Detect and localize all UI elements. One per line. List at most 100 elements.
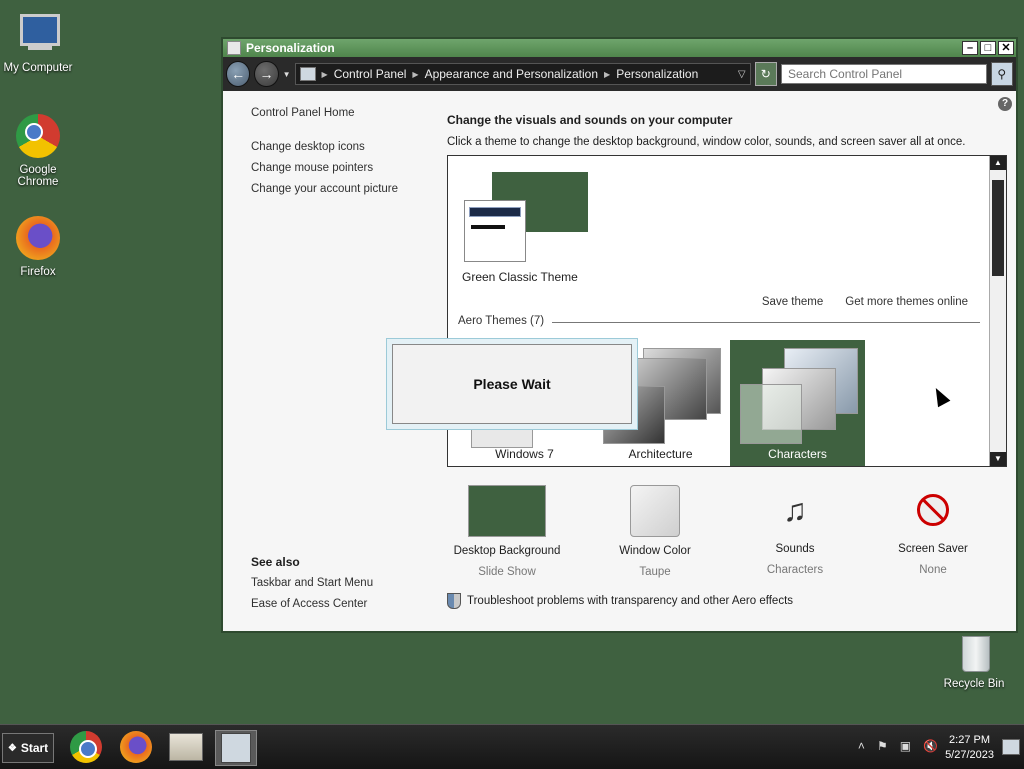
- customize-label: Window Color: [619, 545, 691, 557]
- action-center-flag-icon[interactable]: ⚑: [877, 739, 888, 753]
- show-hidden-icons-icon[interactable]: ˄: [858, 739, 865, 753]
- search-input[interactable]: [781, 64, 987, 84]
- vertical-scrollbar[interactable]: ▲ ▼: [989, 156, 1006, 466]
- chevron-right-icon[interactable]: ▶: [412, 70, 418, 79]
- theme-name: Windows 7: [495, 447, 554, 461]
- customize-value: Slide Show: [478, 566, 536, 578]
- address-dropdown-icon[interactable]: ▽: [738, 69, 746, 80]
- please-wait-dialog: Please Wait: [386, 338, 638, 430]
- customize-label: Screen Saver: [898, 543, 968, 555]
- scroll-up-icon[interactable]: ▲: [990, 156, 1006, 170]
- see-also-link-taskbar[interactable]: Taskbar and Start Menu: [251, 577, 373, 589]
- desktop-background-button[interactable]: Desktop Background Slide Show: [447, 485, 567, 578]
- customize-value: None: [919, 564, 947, 576]
- sidebar-link-account-picture[interactable]: Change your account picture: [251, 183, 431, 195]
- get-more-themes-link[interactable]: Get more themes online: [845, 296, 968, 308]
- theme-preview-window: [464, 200, 526, 262]
- forward-arrow-icon: →: [259, 66, 274, 82]
- divider: [552, 322, 980, 323]
- troubleshoot-text: Troubleshoot problems with transparency …: [467, 595, 794, 607]
- page-subtitle: Click a theme to change the desktop back…: [447, 136, 966, 148]
- chrome-icon: [70, 731, 102, 763]
- please-wait-text: Please Wait: [392, 344, 632, 424]
- aero-themes-header: Aero Themes (7): [458, 315, 545, 327]
- taskbar-file-explorer[interactable]: [166, 730, 206, 764]
- save-theme-link[interactable]: Save theme: [762, 296, 823, 308]
- back-arrow-icon: ←: [231, 66, 246, 82]
- system-tray: ˄ ⚑ ▣ 🔇: [858, 739, 938, 753]
- desktop-icon-recycle-bin[interactable]: Recycle Bin: [934, 632, 1014, 690]
- breadcrumb-item[interactable]: Control Panel: [334, 67, 407, 81]
- chevron-right-icon[interactable]: ▶: [322, 70, 328, 79]
- windows-logo-icon: ❖: [7, 742, 17, 754]
- network-icon[interactable]: ▣: [900, 739, 911, 753]
- close-button[interactable]: ✕: [998, 41, 1014, 55]
- see-also: See also Taskbar and Start Menu Ease of …: [251, 555, 373, 619]
- customize-label: Sounds: [775, 543, 815, 555]
- customize-value: Characters: [766, 564, 824, 576]
- sidebar: Control Panel Home Change desktop icons …: [251, 107, 431, 204]
- desktop-icon-chrome[interactable]: Google Chrome: [0, 112, 78, 188]
- chrome-icon: [14, 112, 62, 160]
- breadcrumb-item[interactable]: Personalization: [616, 67, 698, 81]
- page-title: Change the visuals and sounds on your co…: [447, 113, 733, 127]
- scroll-thumb[interactable]: [992, 180, 1004, 276]
- taskbar-control-panel[interactable]: [215, 730, 257, 766]
- firefox-icon: [14, 214, 62, 262]
- recycle-bin-icon: [950, 632, 998, 674]
- start-button[interactable]: ❖ Start: [2, 733, 54, 763]
- computer-icon: [14, 10, 62, 58]
- search-icon: ⚲: [997, 67, 1007, 81]
- refresh-button[interactable]: ↻: [754, 62, 777, 86]
- start-label: Start: [20, 741, 49, 755]
- minimize-button[interactable]: –: [962, 41, 978, 55]
- recent-pages-chevron-down-icon[interactable]: ▼: [283, 70, 291, 79]
- sidebar-link-control-panel-home[interactable]: Control Panel Home: [251, 107, 431, 119]
- theme-links: Save theme Get more themes online: [762, 296, 968, 308]
- screen-saver-icon: [895, 485, 971, 535]
- maximize-button[interactable]: □: [980, 41, 996, 55]
- window-color-icon: [630, 485, 680, 537]
- clock-date: 5/27/2023: [945, 749, 994, 761]
- see-also-link-ease-of-access[interactable]: Ease of Access Center: [251, 598, 373, 610]
- desktop-icon-label: Firefox: [20, 266, 56, 278]
- clock[interactable]: 2:27 PM 5/27/2023: [945, 733, 994, 763]
- breadcrumb-item[interactable]: Appearance and Personalization: [425, 67, 598, 81]
- taskbar: ❖ Start ˄ ⚑ ▣ 🔇 2:27 PM 5/27/2023: [0, 724, 1024, 769]
- refresh-icon: ↻: [760, 67, 771, 81]
- window-color-button[interactable]: Window Color Taupe: [595, 485, 715, 578]
- control-panel-icon: [221, 733, 251, 763]
- address-bar: ← → ▼ ▶ Control Panel ▶ Appearance and P…: [223, 57, 1016, 91]
- taskbar-chrome[interactable]: [66, 730, 106, 764]
- desktop-icon-firefox[interactable]: Firefox: [0, 214, 78, 278]
- theme-characters[interactable]: Characters: [730, 340, 865, 466]
- control-panel-icon: [299, 67, 316, 81]
- see-also-heading: See also: [251, 555, 300, 569]
- back-button[interactable]: ←: [226, 61, 251, 87]
- chevron-right-icon[interactable]: ▶: [604, 70, 610, 79]
- customize-value: Taupe: [639, 566, 671, 578]
- title-bar[interactable]: Personalization – □ ✕: [223, 39, 1016, 57]
- scroll-down-icon[interactable]: ▼: [990, 452, 1006, 466]
- theme-name: Characters: [768, 447, 827, 461]
- search-button[interactable]: ⚲: [990, 62, 1013, 86]
- help-icon[interactable]: ?: [998, 97, 1012, 111]
- theme-name: Architecture: [628, 447, 693, 461]
- screen-saver-button[interactable]: Screen Saver None: [873, 485, 993, 576]
- sidebar-link-mouse-pointers[interactable]: Change mouse pointers: [251, 162, 431, 174]
- desktop-icon-my-computer[interactable]: My Computer: [0, 10, 78, 74]
- desktop-icon-label: My Computer: [3, 62, 73, 74]
- desktop-icon-label: Recycle Bin: [943, 678, 1005, 690]
- firefox-icon: [120, 731, 152, 763]
- sounds-icon: ♫: [783, 491, 807, 528]
- show-desktop-button[interactable]: [1002, 739, 1020, 755]
- customize-label: Desktop Background: [453, 545, 561, 557]
- sidebar-link-desktop-icons[interactable]: Change desktop icons: [251, 141, 431, 153]
- taskbar-firefox[interactable]: [116, 730, 156, 764]
- forward-button[interactable]: →: [254, 61, 279, 87]
- volume-muted-icon[interactable]: 🔇: [923, 739, 938, 753]
- breadcrumb[interactable]: ▶ Control Panel ▶ Appearance and Persona…: [294, 63, 751, 85]
- desktop-icon-label: Google Chrome: [17, 164, 59, 188]
- troubleshoot-link[interactable]: Troubleshoot problems with transparency …: [447, 593, 793, 609]
- sounds-button[interactable]: ♫ Sounds Characters: [735, 485, 855, 577]
